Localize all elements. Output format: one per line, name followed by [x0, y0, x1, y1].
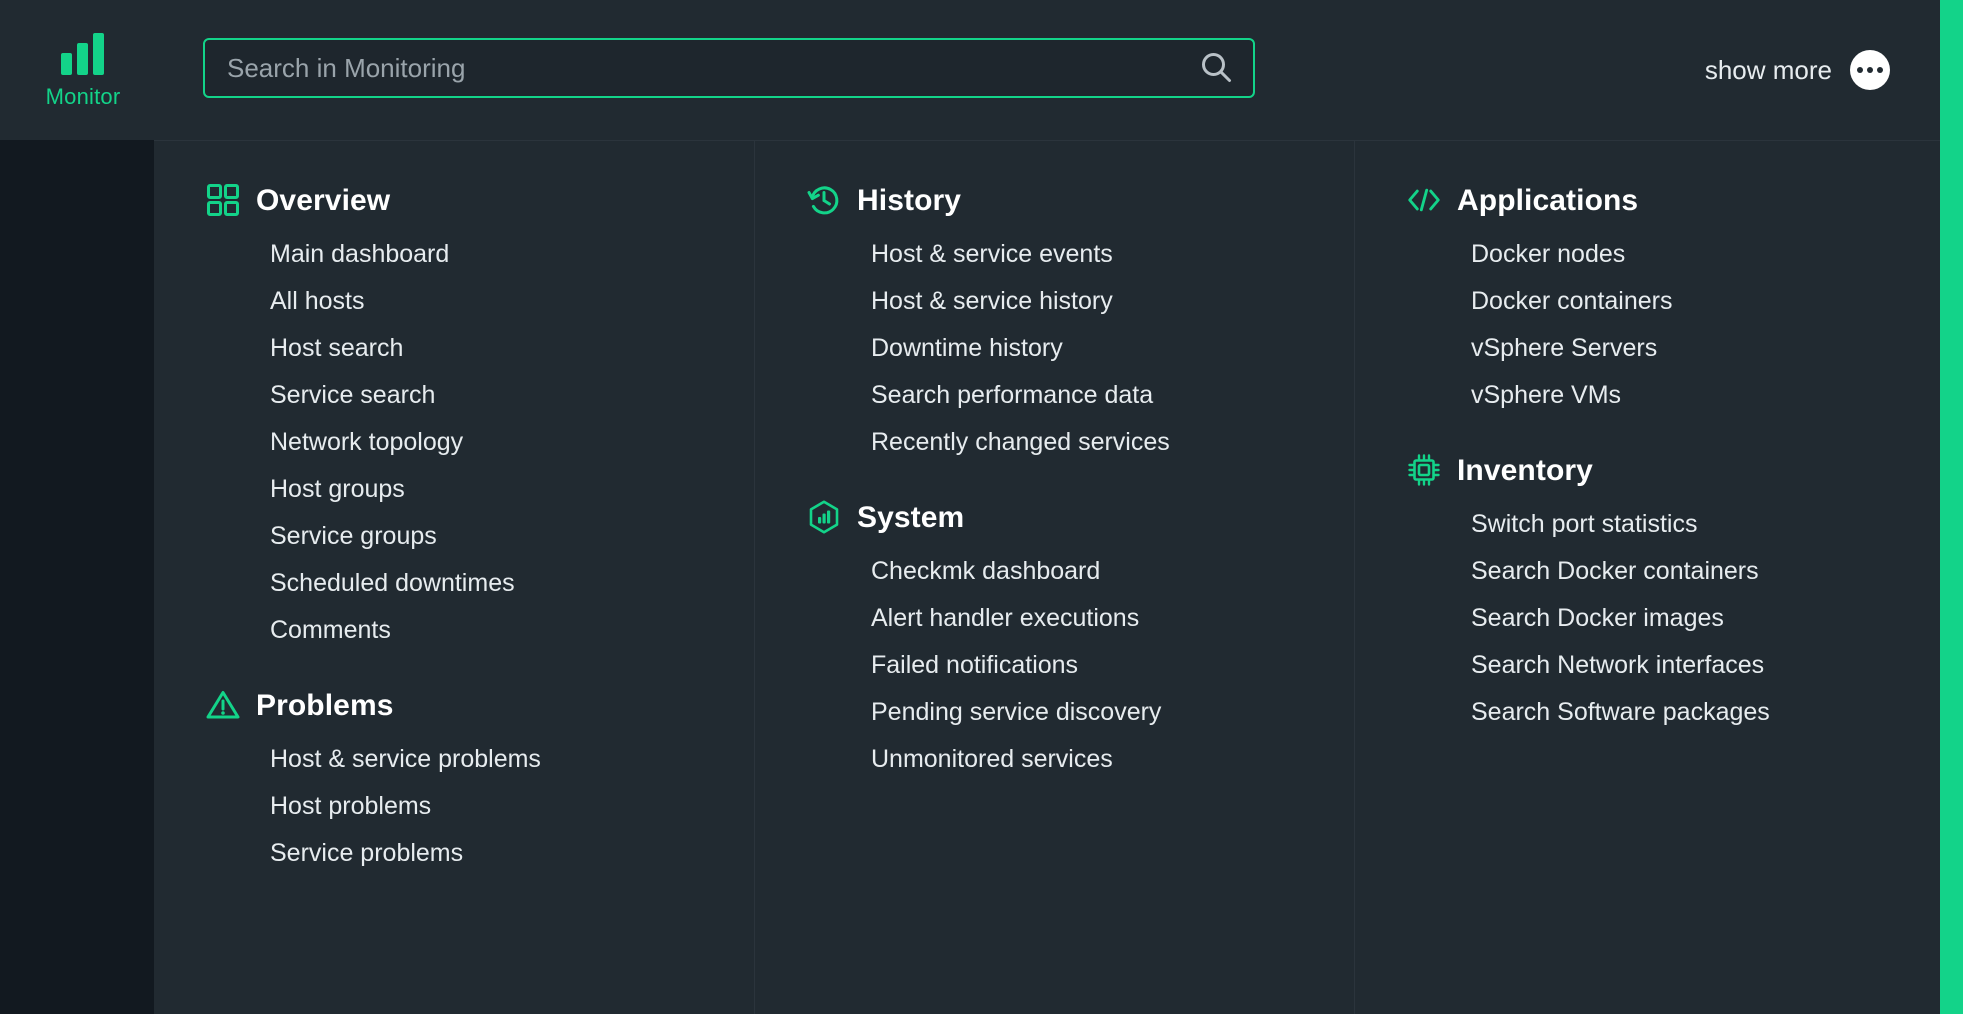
menu-group-problems: Problems Host & service problems Host pr… [154, 688, 754, 877]
ellipsis-dot [1867, 67, 1873, 73]
search-input[interactable] [205, 40, 1179, 96]
menu-item-docker-containers[interactable]: Docker containers [1407, 278, 1940, 325]
menu-group-title: Problems [256, 688, 394, 722]
show-more-button[interactable]: show more [1705, 48, 1890, 92]
menu-group-header: Problems [206, 688, 754, 722]
menu-item-host-problems[interactable]: Host problems [206, 783, 754, 830]
ellipsis-dot [1877, 67, 1883, 73]
menu-group-list: Host & service problems Host problems Se… [206, 736, 754, 877]
menu-item-checkmk-dashboard[interactable]: Checkmk dashboard [807, 548, 1354, 595]
brand-monitor[interactable]: Monitor [12, 0, 154, 140]
code-brackets-icon [1407, 183, 1441, 217]
ellipsis-icon[interactable] [1850, 50, 1890, 90]
menu-group-inventory: Inventory Switch port statistics Search … [1355, 453, 1940, 736]
menu-group-list: Switch port statistics Search Docker con… [1407, 501, 1940, 736]
menu-item-docker-nodes[interactable]: Docker nodes [1407, 231, 1940, 278]
right-accent-stripe [1940, 0, 1963, 1014]
menu-group-list: Checkmk dashboard Alert handler executio… [807, 548, 1354, 783]
menu-group-title: History [857, 183, 962, 217]
cpu-chip-icon [1407, 453, 1441, 487]
menu-item-service-search[interactable]: Service search [206, 372, 754, 419]
ellipsis-dot [1857, 67, 1863, 73]
menu-group-header: Overview [206, 183, 754, 217]
menu-group-system: System Checkmk dashboard Alert handler e… [755, 500, 1354, 783]
menu-group-header: Applications [1407, 183, 1940, 217]
menu-item-unmonitored-services[interactable]: Unmonitored services [807, 736, 1354, 783]
menu-group-title: Inventory [1457, 453, 1593, 487]
menu-item-host-search[interactable]: Host search [206, 325, 754, 372]
menu-item-recently-changed-services[interactable]: Recently changed services [807, 419, 1354, 466]
grid-icon [206, 183, 240, 217]
menu-group-title: System [857, 500, 965, 534]
menu-item-search-performance-data[interactable]: Search performance data [807, 372, 1354, 419]
menu-item-network-topology[interactable]: Network topology [206, 419, 754, 466]
warning-triangle-icon [206, 688, 240, 722]
menu-group-header: History [807, 183, 1354, 217]
bar-chart-icon [61, 32, 105, 80]
hexagon-chart-icon [807, 500, 841, 534]
search-button[interactable] [1179, 40, 1253, 96]
menu-item-main-dashboard[interactable]: Main dashboard [206, 231, 754, 278]
clock-history-icon [807, 183, 841, 217]
menu-item-vsphere-servers[interactable]: vSphere Servers [1407, 325, 1940, 372]
menu-item-alert-handler-executions[interactable]: Alert handler executions [807, 595, 1354, 642]
menu-item-host-and-service-events[interactable]: Host & service events [807, 231, 1354, 278]
brand-label: Monitor [45, 83, 121, 109]
menu-item-switch-port-statistics[interactable]: Switch port statistics [1407, 501, 1940, 548]
menu-group-list: Docker nodes Docker containers vSphere S… [1407, 231, 1940, 419]
top-bar: Monitor show more [0, 0, 1940, 140]
menu-column-3: Applications Docker nodes Docker contain… [1354, 141, 1940, 1014]
menu-item-comments[interactable]: Comments [206, 607, 754, 654]
menu-item-scheduled-downtimes[interactable]: Scheduled downtimes [206, 560, 754, 607]
monitor-mega-menu: Monitor show more [0, 0, 1963, 1014]
menu-column-1: Overview Main dashboard All hosts Host s… [154, 141, 754, 1014]
menu-item-search-network-interfaces[interactable]: Search Network interfaces [1407, 642, 1940, 689]
menu-item-pending-service-discovery[interactable]: Pending service discovery [807, 689, 1354, 736]
menu-item-host-and-service-history[interactable]: Host & service history [807, 278, 1354, 325]
menu-item-service-problems[interactable]: Service problems [206, 830, 754, 877]
menu-group-list: Main dashboard All hosts Host search Ser… [206, 231, 754, 654]
menu-group-applications: Applications Docker nodes Docker contain… [1355, 183, 1940, 419]
menu-item-service-groups[interactable]: Service groups [206, 513, 754, 560]
sidebar [0, 140, 154, 1014]
menu-item-failed-notifications[interactable]: Failed notifications [807, 642, 1354, 689]
search-box [203, 38, 1255, 98]
mega-menu-panel: Overview Main dashboard All hosts Host s… [154, 140, 1940, 1014]
menu-item-downtime-history[interactable]: Downtime history [807, 325, 1354, 372]
menu-group-history: History Host & service events Host & ser… [755, 183, 1354, 466]
menu-group-list: Host & service events Host & service his… [807, 231, 1354, 466]
menu-item-host-groups[interactable]: Host groups [206, 466, 754, 513]
menu-item-search-docker-images[interactable]: Search Docker images [1407, 595, 1940, 642]
menu-item-search-software-packages[interactable]: Search Software packages [1407, 689, 1940, 736]
menu-group-title: Applications [1457, 183, 1639, 217]
menu-item-all-hosts[interactable]: All hosts [206, 278, 754, 325]
show-more-label: show more [1704, 55, 1832, 85]
menu-column-2: History Host & service events Host & ser… [754, 141, 1354, 1014]
search-icon [1199, 50, 1233, 87]
menu-group-header: Inventory [1407, 453, 1940, 487]
menu-group-header: System [807, 500, 1354, 534]
menu-item-vsphere-vms[interactable]: vSphere VMs [1407, 372, 1940, 419]
menu-item-search-docker-containers[interactable]: Search Docker containers [1407, 548, 1940, 595]
menu-group-overview: Overview Main dashboard All hosts Host s… [154, 183, 754, 654]
menu-item-host-and-service-problems[interactable]: Host & service problems [206, 736, 754, 783]
menu-group-title: Overview [256, 183, 391, 217]
